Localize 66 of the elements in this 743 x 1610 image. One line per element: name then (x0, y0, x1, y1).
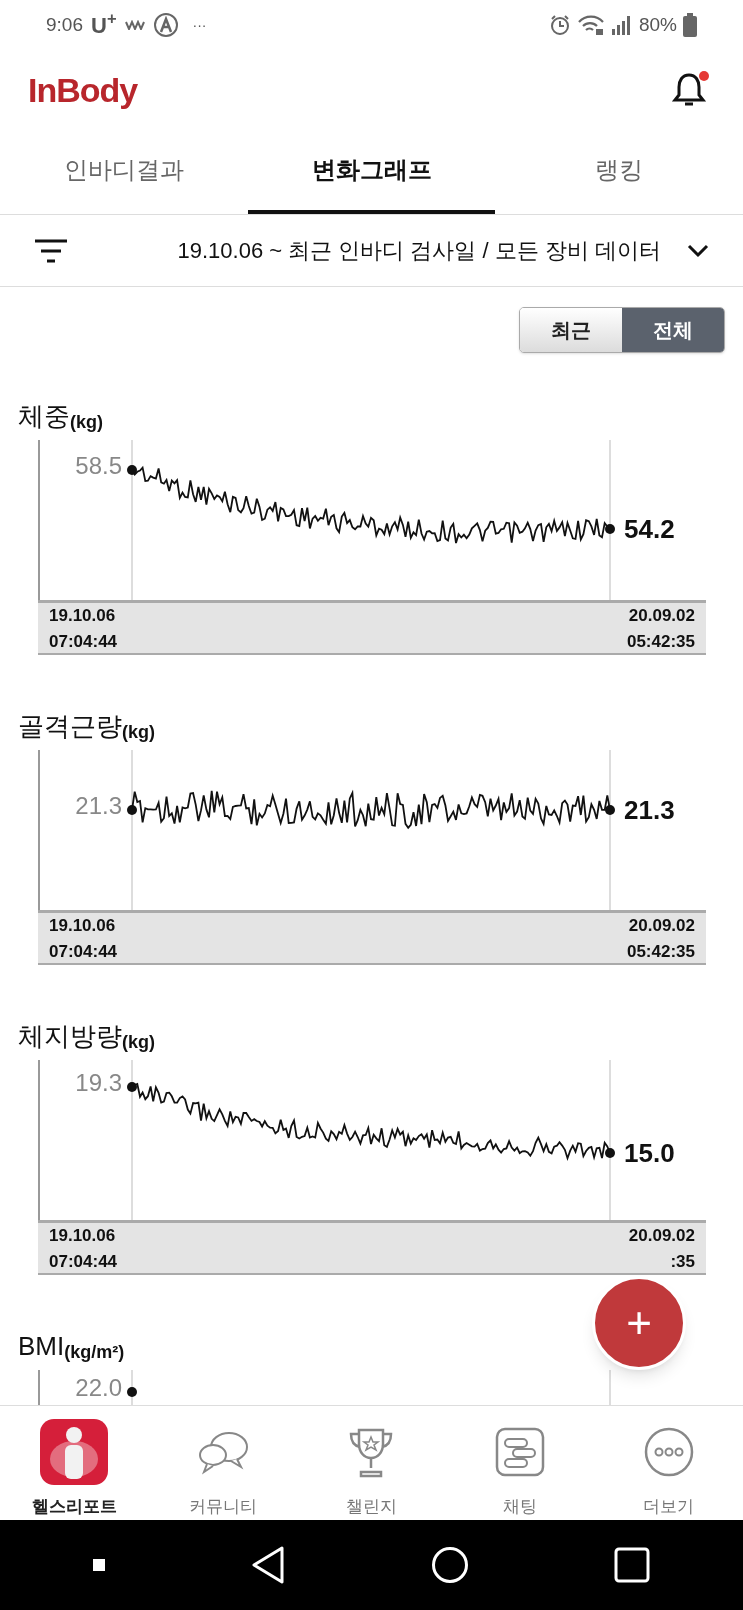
start-date: 19.10.06 (49, 915, 117, 937)
chat-box-icon (495, 1427, 546, 1477)
speech-bubbles-icon (196, 1429, 249, 1475)
filter-icon[interactable] (34, 238, 68, 263)
home-icon[interactable] (431, 1546, 470, 1584)
tab[interactable]: 변화그래프 (247, 130, 496, 214)
start-time: 07:04:44 (49, 1251, 118, 1273)
chart-title: 체지방량 (18, 1020, 122, 1051)
alarm-clock-icon (548, 14, 571, 36)
chart-title: 골격근량 (18, 710, 122, 741)
data-point (605, 805, 615, 815)
inbody-logo: InBody (28, 69, 138, 111)
unit-label: (kg/m²) (64, 1341, 125, 1364)
carrier-label: U$^{+}$ (91, 8, 117, 40)
data-point (127, 1082, 137, 1092)
nav-item[interactable]: 더보기 (594, 1406, 743, 1520)
range-toggle-option[interactable]: 최근 (520, 308, 622, 352)
nav-item[interactable]: 챌린지 (297, 1406, 446, 1520)
data-point (127, 805, 137, 815)
wifi-icon (576, 14, 605, 36)
end-time: 05:42:35 (626, 631, 695, 653)
start-value: 21.3 (75, 794, 122, 818)
start-time: 07:04:44 (49, 941, 118, 963)
unit-label: (kg) (70, 411, 103, 434)
battery-percent: 80% (638, 12, 677, 37)
end-value: 21.3 (624, 797, 675, 823)
end-date: 20.09.02 (628, 605, 695, 627)
more-dots-icon (643, 1427, 694, 1477)
start-date: 19.10.06 (49, 1225, 117, 1247)
circled-letter-icon (152, 12, 179, 38)
clock-time: 9:06 (46, 12, 83, 37)
data-point (605, 1148, 615, 1158)
notification-bell-icon[interactable] (671, 71, 707, 109)
end-value: 15.0 (624, 1140, 675, 1166)
start-value: 58.5 (75, 454, 122, 478)
unit-label: (kg) (122, 722, 155, 744)
data-point (127, 465, 137, 475)
unit-label: (kg) (122, 1032, 155, 1054)
chevron-down-icon[interactable] (687, 243, 709, 258)
nav-item[interactable]: 커뮤니티 (148, 1406, 298, 1520)
end-time: :35 (670, 1251, 695, 1273)
add-button[interactable]: + (592, 1276, 686, 1370)
nav-item[interactable]: 채팅 (445, 1406, 595, 1520)
signal-mark-icon (124, 20, 145, 30)
tab[interactable]: 인바디결과 (0, 130, 248, 214)
tab[interactable]: 랭킹 (495, 130, 743, 214)
nav-item[interactable]: 헬스리포트 (0, 1406, 149, 1520)
end-date: 20.09.02 (628, 1225, 695, 1247)
end-date: 20.09.02 (628, 915, 695, 937)
cell-signal-icon (610, 15, 633, 35)
recent-apps-icon[interactable] (614, 1547, 651, 1583)
start-value: 19.3 (75, 1071, 122, 1095)
start-date: 19.10.06 (49, 605, 117, 627)
range-toggle-option[interactable]: 전체 (622, 308, 724, 352)
start-time: 07:04:44 (49, 631, 118, 653)
start-value: 22.0 (75, 1376, 122, 1400)
person-app-icon (40, 1419, 109, 1485)
chart-title: BMI (18, 1330, 65, 1363)
data-point (127, 1387, 137, 1397)
more-indicator: ··· (192, 15, 207, 35)
data-point (605, 524, 615, 534)
battery-icon (683, 13, 697, 37)
end-value: 54.2 (624, 516, 675, 542)
date-range-filter[interactable]: 19.10.06 ~ 최근 인바디 검사일 / 모든 장비 데이터 (68, 234, 687, 267)
chart-title: 체중 (18, 400, 70, 433)
end-time: 05:42:35 (626, 941, 695, 963)
